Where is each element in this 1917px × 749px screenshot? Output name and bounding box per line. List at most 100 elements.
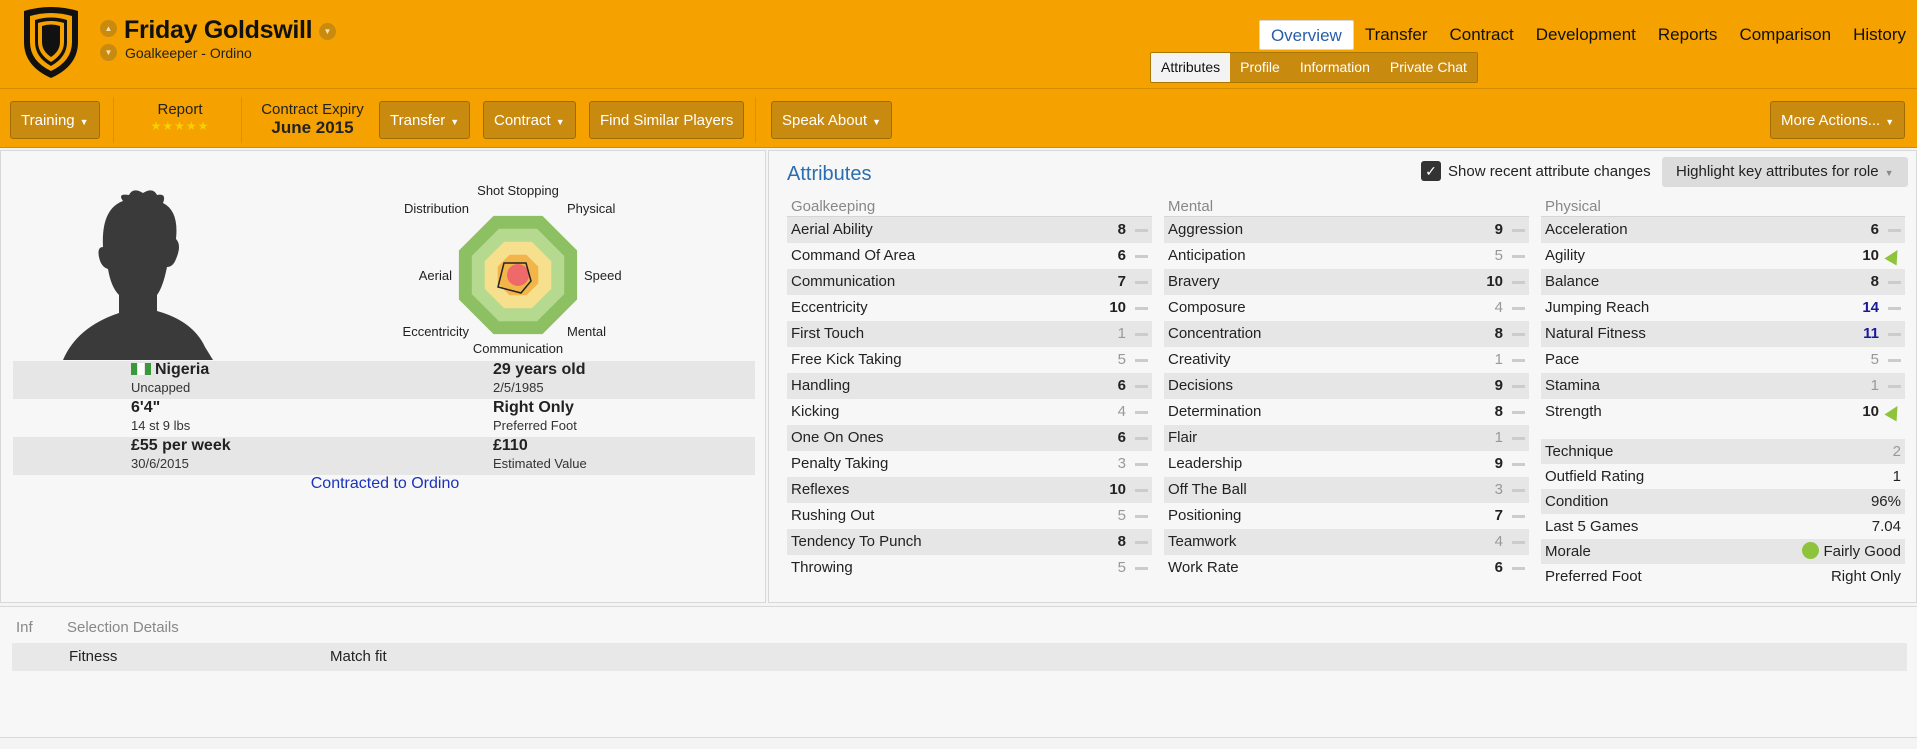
- tab-contract[interactable]: Contract: [1438, 20, 1524, 50]
- subtab-information[interactable]: Information: [1289, 53, 1380, 82]
- table-row: Fitness Match fit: [12, 643, 1907, 671]
- player-menu-chevron-icon[interactable]: ▼: [319, 23, 336, 40]
- technique-label: Technique: [1545, 443, 1614, 460]
- attribute-row[interactable]: Throwing 5: [787, 555, 1152, 581]
- attribute-value: 10: [1486, 273, 1503, 290]
- flag-icon: [131, 363, 137, 375]
- attribute-row[interactable]: Communication 7: [787, 269, 1152, 295]
- foot-value: Right Only: [493, 399, 574, 416]
- attribute-value: 9: [1494, 377, 1503, 394]
- attribute-row[interactable]: Decisions 9: [1164, 373, 1529, 399]
- attribute-row[interactable]: Aerial Ability 8: [787, 217, 1152, 243]
- contract-expiry-label: Contract Expiry: [261, 101, 364, 118]
- attribute-row[interactable]: Penalty Taking 3: [787, 451, 1152, 477]
- attribute-row[interactable]: Rushing Out 5: [787, 503, 1152, 529]
- subtab-private-chat[interactable]: Private Chat: [1379, 53, 1477, 82]
- training-button-label: Training: [21, 112, 75, 129]
- tab-history[interactable]: History: [1842, 20, 1917, 50]
- more-actions-button-label: More Actions...: [1781, 112, 1881, 129]
- more-actions-button[interactable]: More Actions... ▼: [1770, 101, 1906, 139]
- player-silhouette-image: [63, 187, 213, 365]
- tab-overview[interactable]: Overview: [1258, 20, 1354, 50]
- attribute-row[interactable]: Leadership 9: [1164, 451, 1529, 477]
- attribute-row[interactable]: Off The Ball 3: [1164, 477, 1529, 503]
- attribute-name: Kicking: [791, 403, 840, 420]
- attribute-row[interactable]: First Touch 1: [787, 321, 1152, 347]
- attribute-row[interactable]: Free Kick Taking 5: [787, 347, 1152, 373]
- tab-comparison[interactable]: Comparison: [1728, 20, 1842, 50]
- attribute-value: 10: [1109, 299, 1126, 316]
- attribute-name: One On Ones: [791, 429, 884, 446]
- report-summary[interactable]: Report ★★★★★: [120, 101, 240, 133]
- transfer-button[interactable]: Transfer ▼: [379, 101, 471, 139]
- attribute-row[interactable]: Jumping Reach 14: [1541, 295, 1905, 321]
- speak-about-button[interactable]: Speak About ▼: [771, 101, 892, 139]
- attribute-value: 7: [1494, 507, 1503, 524]
- attribute-row[interactable]: Reflexes 10: [787, 477, 1152, 503]
- tab-transfer[interactable]: Transfer: [1354, 20, 1439, 50]
- attribute-row[interactable]: Determination 8: [1164, 399, 1529, 425]
- tab-development[interactable]: Development: [1525, 20, 1647, 50]
- technique-value: 2: [1892, 443, 1901, 460]
- attribute-row[interactable]: Balance 8: [1541, 269, 1905, 295]
- attribute-row[interactable]: Kicking 4: [787, 399, 1152, 425]
- flag-icon: [145, 363, 151, 375]
- attribute-name: Command Of Area: [791, 247, 916, 264]
- attribute-row[interactable]: Flair 1: [1164, 425, 1529, 451]
- attribute-row[interactable]: Command Of Area 6: [787, 243, 1152, 269]
- attribute-row[interactable]: Natural Fitness 11: [1541, 321, 1905, 347]
- wage-value: £55 per week: [131, 437, 231, 454]
- attribute-value: 8: [1117, 533, 1126, 550]
- previous-player-arrow-icon[interactable]: ▲: [100, 20, 117, 37]
- goalkeeping-header: Goalkeeping: [787, 197, 1152, 217]
- attribute-radar-chart: Shot Stopping Physical Speed Mental Comm…: [403, 183, 622, 356]
- outfield-rating-value: 1: [1892, 468, 1901, 485]
- attribute-value: 7: [1117, 273, 1126, 290]
- find-similar-players-button[interactable]: Find Similar Players: [589, 101, 745, 139]
- tab-reports[interactable]: Reports: [1647, 20, 1729, 50]
- show-recent-changes-checkbox[interactable]: ✓ Show recent attribute changes: [1421, 161, 1651, 181]
- attribute-row[interactable]: Bravery 10: [1164, 269, 1529, 295]
- mental-column: Mental Aggression 9 Anticipation 5 Bravery 10…: [1164, 197, 1529, 581]
- next-player-arrow-icon[interactable]: ▼: [100, 44, 117, 61]
- trend-flat-icon: [1135, 411, 1148, 414]
- attribute-row[interactable]: Acceleration 6: [1541, 217, 1905, 243]
- attributes-panel: Attributes ✓ Show recent attribute chang…: [768, 150, 1917, 603]
- attribute-row[interactable]: Eccentricity 10: [787, 295, 1152, 321]
- nationality-value[interactable]: Nigeria: [131, 361, 209, 379]
- attribute-row[interactable]: Positioning 7: [1164, 503, 1529, 529]
- attribute-row[interactable]: Anticipation 5: [1164, 243, 1529, 269]
- attribute-name: Handling: [791, 377, 851, 394]
- attribute-row[interactable]: Stamina 1: [1541, 373, 1905, 399]
- selection-details-panel: Inf Selection Details Fitness Match fit: [0, 606, 1917, 738]
- attribute-row[interactable]: Aggression 9: [1164, 217, 1529, 243]
- morale-text: Fairly Good: [1823, 543, 1901, 560]
- radar-label-mental: Mental: [567, 324, 606, 339]
- selection-details-header[interactable]: Selection Details: [67, 619, 179, 636]
- transfer-button-label: Transfer: [390, 112, 446, 129]
- attribute-row[interactable]: Creativity 1: [1164, 347, 1529, 373]
- radar-label-aerial: Aerial: [419, 268, 452, 283]
- contract-expiry-value: June 2015: [271, 118, 354, 137]
- attribute-row[interactable]: Handling 6: [787, 373, 1152, 399]
- age-cell: 29 years old 2/5/1985: [493, 361, 586, 397]
- subtab-profile[interactable]: Profile: [1230, 53, 1290, 82]
- height-cell: 6'4" 14 st 9 lbs: [131, 399, 190, 435]
- attribute-row[interactable]: Concentration 8: [1164, 321, 1529, 347]
- attribute-row[interactable]: Tendency To Punch 8: [787, 529, 1152, 555]
- attribute-row[interactable]: Work Rate 6: [1164, 555, 1529, 581]
- attribute-row[interactable]: Composure 4: [1164, 295, 1529, 321]
- subtab-attributes[interactable]: Attributes: [1151, 53, 1231, 82]
- attribute-row[interactable]: Pace 5: [1541, 347, 1905, 373]
- inf-column-header[interactable]: Inf: [16, 619, 33, 636]
- attribute-row[interactable]: One On Ones 6: [787, 425, 1152, 451]
- contracted-club-link[interactable]: Contracted to Ordino: [1, 475, 769, 493]
- attribute-row[interactable]: Strength 10: [1541, 399, 1905, 425]
- highlight-key-attributes-dropdown[interactable]: Highlight key attributes for role ▼: [1662, 157, 1908, 187]
- morale-row[interactable]: Morale Fairly Good: [1541, 539, 1905, 564]
- attribute-row[interactable]: Teamwork 4: [1164, 529, 1529, 555]
- attribute-name: Throwing: [791, 559, 853, 576]
- attribute-row[interactable]: Agility 10: [1541, 243, 1905, 269]
- contract-button[interactable]: Contract ▼: [483, 101, 576, 139]
- training-button[interactable]: Training ▼: [10, 101, 100, 139]
